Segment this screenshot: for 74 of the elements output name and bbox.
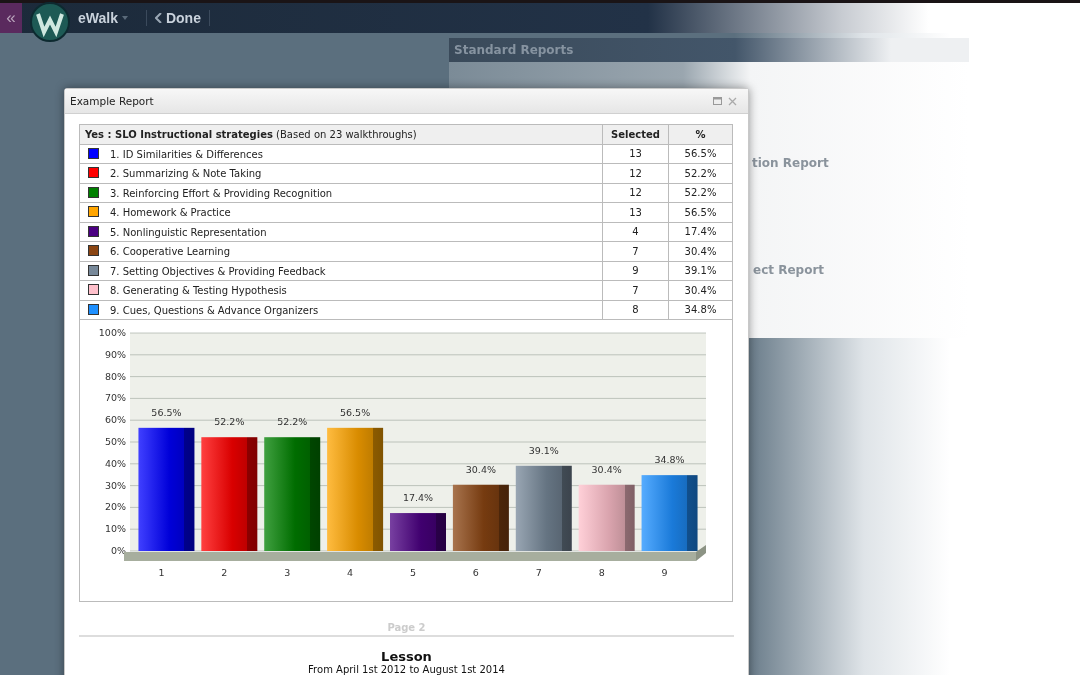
value-label: 56.5% <box>151 406 182 418</box>
section-title: Lesson <box>380 649 433 664</box>
strategy-label: 3. Reinforcing Effort & Providing Recognition <box>110 187 333 199</box>
date-range: From April 1st 2012 to August 1st 2014 <box>307 664 506 675</box>
axis-tick-label: 2 <box>221 567 228 578</box>
value-label: 52.2% <box>214 416 245 428</box>
table-cell: 30.4% <box>668 280 733 300</box>
value-label: 34.8% <box>654 454 685 466</box>
table-heading: Yes : SLO Instructional strategies (Based on 23 walkthroughs) <box>79 124 603 144</box>
strategy-label: 5. Nonlinguistic Representation <box>110 226 267 238</box>
strategy-label: 9. Cues, Questions & Advance Organizers <box>110 304 319 316</box>
axis-tick-label: 9 <box>661 567 668 578</box>
axis-tick-label: 60% <box>104 414 126 426</box>
table-cell: 9 <box>602 261 669 281</box>
axis-tick-label: 50% <box>104 436 126 447</box>
dialog-title: Example Report <box>70 95 155 107</box>
axis-tick-label: 80% <box>104 370 126 382</box>
axis-tick-label: 7 <box>535 567 542 578</box>
table-cell: 4 <box>602 222 669 242</box>
strategy-label: 4. Homework & Practice <box>110 207 231 219</box>
axis-tick-label: 30% <box>104 479 126 491</box>
column-header: % <box>668 124 733 144</box>
value-label: 39.1% <box>528 444 559 456</box>
bar <box>390 513 446 551</box>
table-cell: 56.5% <box>668 202 733 222</box>
column-header: Selected <box>602 124 669 144</box>
axis-tick-label: 6 <box>472 567 479 578</box>
axis-tick-label: 90% <box>104 348 126 360</box>
strategy-label: 1. ID Similarities & Differences <box>110 148 263 160</box>
axis-tick-label: 20% <box>104 501 126 513</box>
axis-tick-label: 70% <box>104 392 126 404</box>
axis-tick-label: 3 <box>284 567 291 578</box>
report-card-label: tion Report <box>752 156 829 170</box>
table-cell: 12 <box>602 183 669 203</box>
axis-tick-label: 100% <box>98 327 126 338</box>
axis-tick-label: 1 <box>158 567 165 578</box>
done-button[interactable]: Done <box>145 10 210 26</box>
table-cell: 52.2% <box>668 163 733 183</box>
maximize-button[interactable] <box>710 97 725 105</box>
axis-tick-label: 40% <box>104 457 126 469</box>
value-label: 17.4% <box>402 492 434 504</box>
caret-icon <box>121 16 128 20</box>
value-label: 52.2% <box>277 416 308 428</box>
table-cell: 13 <box>602 144 669 164</box>
table-cell: 39.1% <box>668 261 733 281</box>
axis-tick-label: 8 <box>598 567 605 578</box>
table-cell: 7 <box>602 280 669 300</box>
table-cell: 52.2% <box>668 183 733 203</box>
table-cell: 34.8% <box>668 300 733 320</box>
strategy-label: 6. Cooperative Learning <box>110 246 231 258</box>
axis-tick-label: 10% <box>104 523 126 535</box>
app-menu-button[interactable]: eWalk <box>78 10 128 26</box>
table-cell: 8 <box>602 300 669 320</box>
table-cell: 56.5% <box>668 144 733 164</box>
strategy-label: 2. Summarizing & Note Taking <box>110 168 262 180</box>
table-cell: 12 <box>602 163 669 183</box>
bar <box>452 484 509 551</box>
bar <box>578 484 635 551</box>
strategy-label: 8. Generating & Testing Hypothesis <box>110 285 287 297</box>
logo-icon <box>30 2 70 42</box>
table-cell: 17.4% <box>668 222 733 242</box>
axis-tick-label: 5 <box>410 567 416 578</box>
strategy-label: 7. Setting Objectives & Providing Feedback <box>110 265 326 277</box>
axis-tick-label: 0% <box>110 545 126 556</box>
value-label: 30.4% <box>465 463 496 475</box>
axis-tick-label: 4 <box>347 567 354 578</box>
report-card-label: ect Report <box>753 263 825 277</box>
table-cell: 13 <box>602 202 669 222</box>
table-cell: 30.4% <box>668 241 733 261</box>
value-label: 56.5% <box>340 406 371 418</box>
back-button[interactable]: « <box>0 3 22 33</box>
value-label: 30.4% <box>591 463 622 475</box>
panel-title: Standard Reports <box>454 43 574 57</box>
table-cell: 7 <box>602 241 669 261</box>
